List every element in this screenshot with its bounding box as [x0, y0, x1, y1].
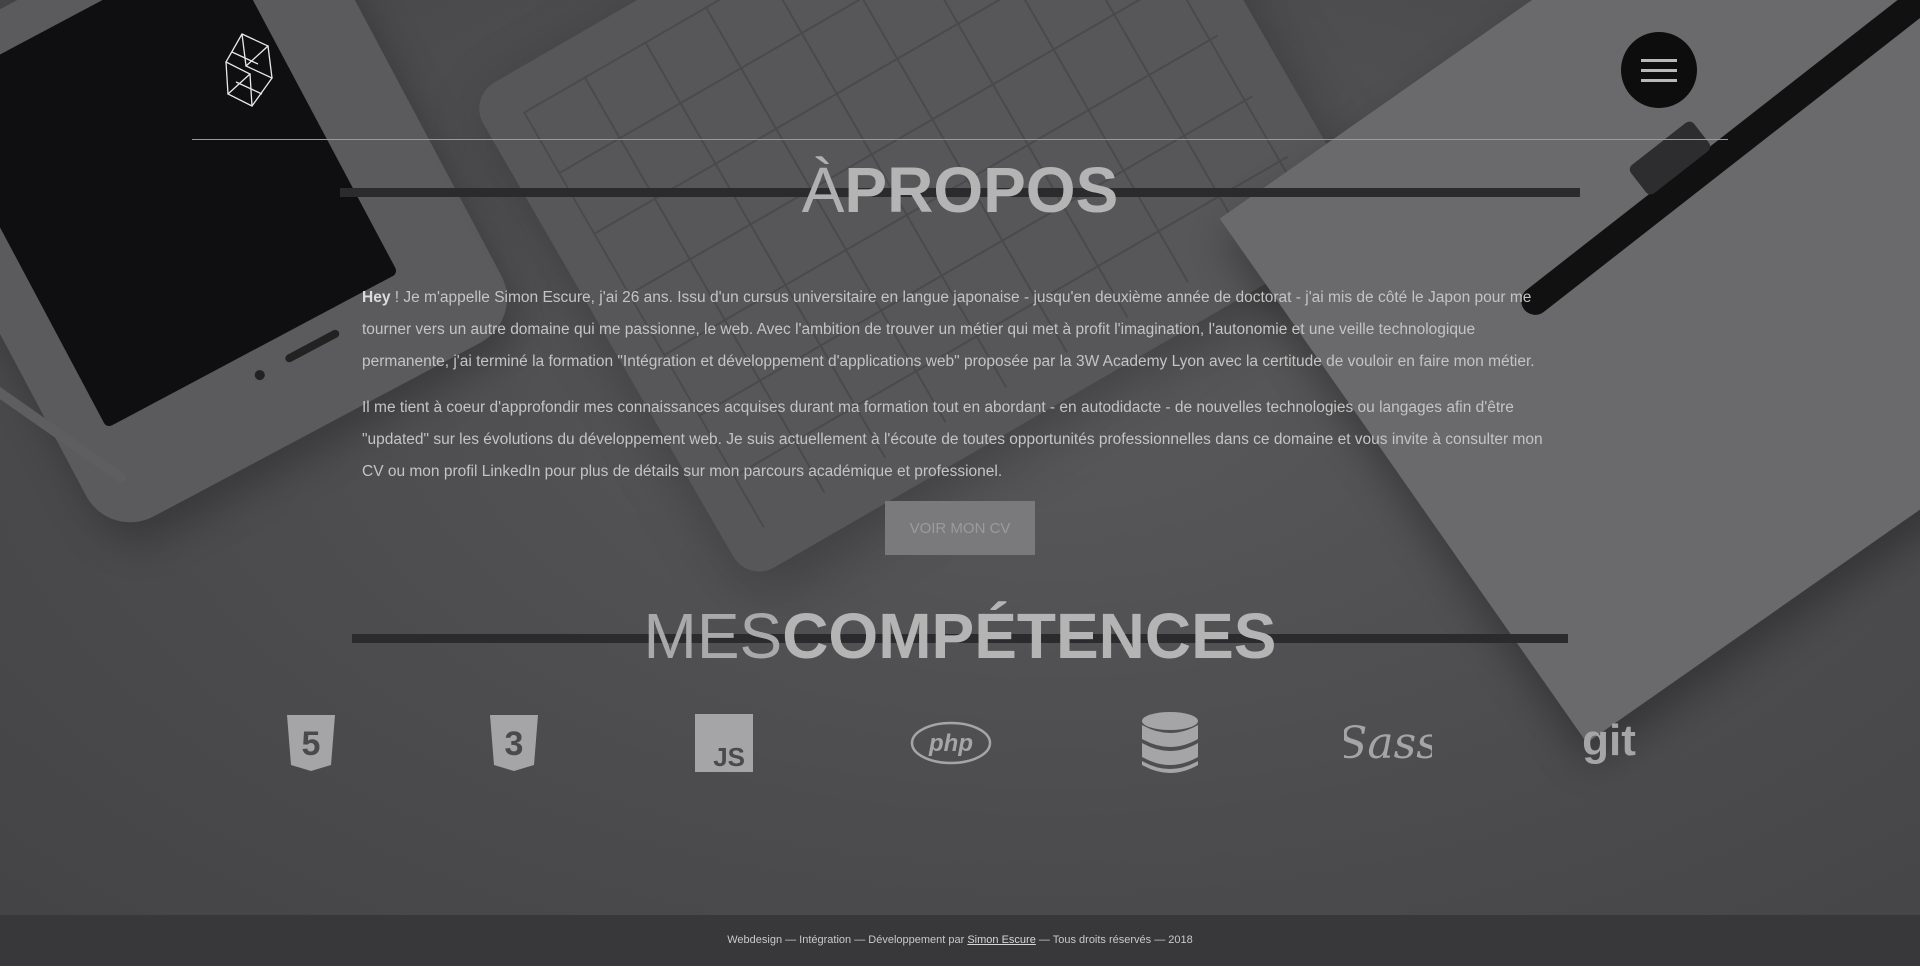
header-divider — [192, 139, 1728, 140]
footer-text-after: — Tous droits réservés — 2018 — [1035, 934, 1193, 946]
menu-button[interactable] — [1621, 32, 1697, 108]
svg-text:git: git — [1582, 716, 1636, 765]
cv-button[interactable]: VOIR MON CV — [885, 501, 1035, 555]
about-title-light: À — [801, 154, 845, 226]
javascript-icon: JS — [694, 708, 754, 778]
footer-author-link[interactable]: Simon Escure — [967, 934, 1035, 946]
database-icon — [1140, 708, 1200, 778]
sass-icon: Sass — [1344, 708, 1432, 778]
html5-icon: 5 — [281, 708, 341, 778]
about-title-bold: PROPOS — [844, 154, 1119, 226]
git-icon: git — [1578, 708, 1640, 778]
svg-text:php: php — [928, 730, 973, 757]
logo-icon[interactable] — [222, 32, 282, 108]
about-text: Hey ! Je m'appelle Simon Escure, j'ai 26… — [362, 282, 1562, 502]
php-icon: php — [909, 708, 993, 778]
skills-list: 5 3 JS php Sass — [0, 708, 1920, 778]
footer-text-before: Webdesign — Intégration — Développement … — [727, 934, 968, 946]
about-paragraph-1: Hey ! Je m'appelle Simon Escure, j'ai 26… — [362, 289, 1535, 370]
svg-text:3: 3 — [505, 725, 524, 763]
skills-title-bold: COMPÉTENCES — [782, 600, 1277, 672]
hamburger-icon — [1641, 58, 1677, 62]
svg-text:JS: JS — [713, 742, 745, 772]
svg-text:Sass: Sass — [1344, 718, 1432, 769]
about-paragraph-2: Il me tient à coeur d'approfondir mes co… — [362, 399, 1543, 480]
footer: Webdesign — Intégration — Développement … — [0, 915, 1920, 966]
skills-title: MESCOMPÉTENCES — [0, 598, 1920, 674]
css3-icon: 3 — [484, 708, 544, 778]
about-title: ÀPROPOS — [0, 152, 1920, 228]
about-greeting: Hey — [362, 289, 391, 306]
svg-text:5: 5 — [302, 725, 321, 763]
skills-title-light: MES — [643, 600, 783, 672]
